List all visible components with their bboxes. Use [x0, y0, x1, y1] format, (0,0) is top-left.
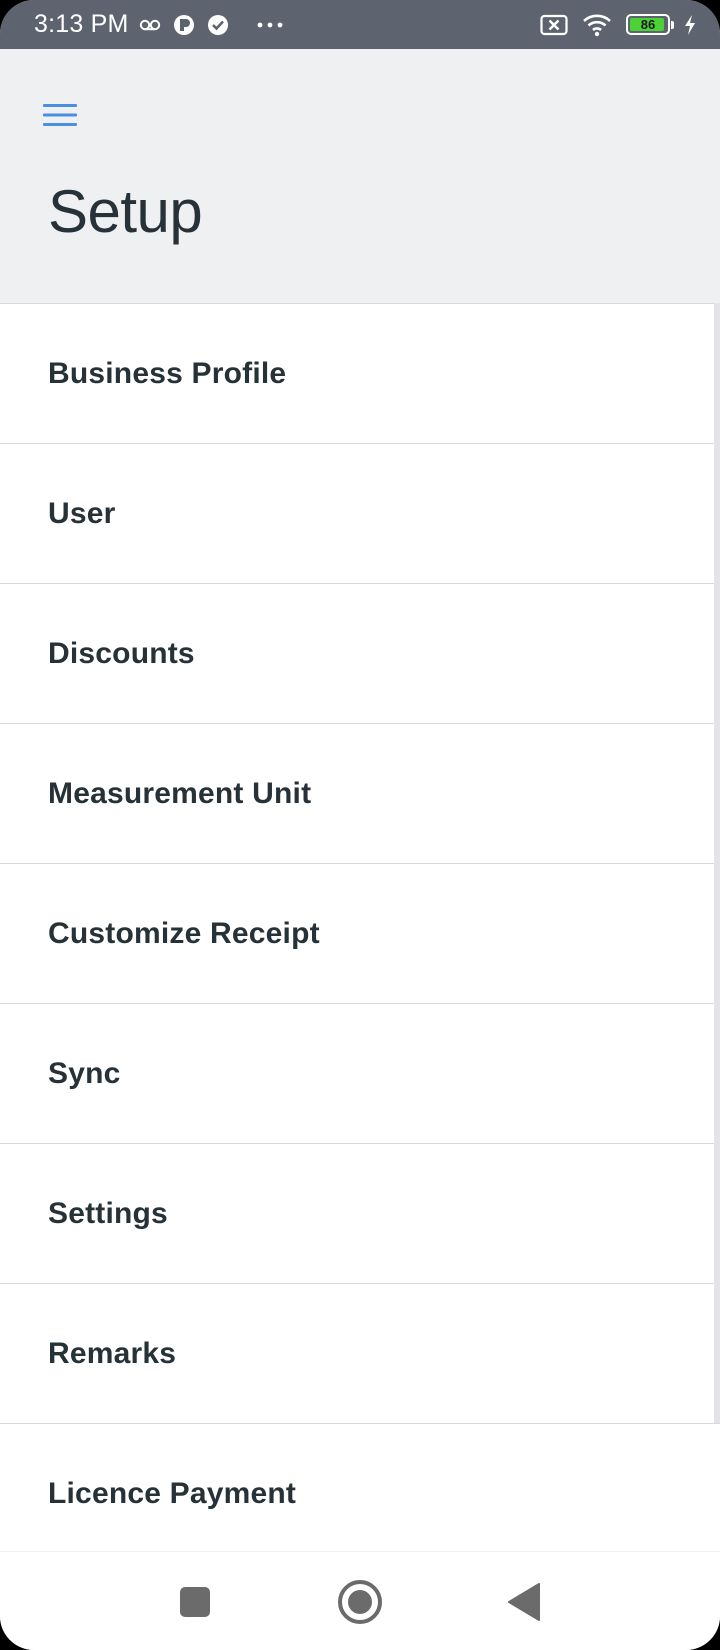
setup-menu-list: Business Profile User Discounts Measurem… — [0, 303, 720, 1551]
phone-screen: 3:13 PM 86 Setup Business Profile User D… — [0, 0, 720, 1650]
app-header: Setup — [0, 49, 720, 303]
system-icons: 86 — [540, 13, 696, 37]
menu-item-label: Customize Receipt — [48, 916, 320, 950]
p-app-icon — [173, 14, 195, 36]
menu-item-measurement-unit[interactable]: Measurement Unit — [0, 724, 720, 864]
status-bar: 3:13 PM 86 — [0, 0, 720, 49]
check-circle-icon — [207, 14, 229, 36]
voicemail-icon — [139, 18, 161, 32]
menu-item-label: Remarks — [48, 1336, 177, 1370]
more-dots-icon — [257, 22, 283, 28]
menu-item-label: Settings — [48, 1196, 168, 1230]
menu-item-user[interactable]: User — [0, 444, 720, 584]
menu-item-label: User — [48, 496, 116, 530]
menu-item-label: Measurement Unit — [48, 776, 312, 810]
battery-icon: 86 — [626, 14, 674, 35]
menu-item-settings[interactable]: Settings — [0, 1144, 720, 1284]
menu-item-business-profile[interactable]: Business Profile — [0, 304, 720, 444]
recents-square-icon[interactable] — [165, 1572, 225, 1632]
page-title: Setup — [48, 178, 203, 245]
status-time: 3:13 PM — [34, 10, 129, 38]
menu-item-label: Business Profile — [48, 356, 287, 390]
hamburger-menu-icon[interactable] — [36, 93, 84, 137]
home-circle-icon[interactable] — [330, 1572, 390, 1632]
menu-item-remarks[interactable]: Remarks — [0, 1284, 720, 1424]
no-sim-icon — [540, 14, 568, 36]
system-nav-bar — [0, 1551, 720, 1650]
menu-item-licence-payment[interactable]: Licence Payment — [0, 1424, 720, 1551]
list-scrollbar[interactable] — [714, 303, 720, 1423]
battery-level: 86 — [640, 17, 656, 32]
notification-icons — [139, 14, 283, 36]
menu-item-discounts[interactable]: Discounts — [0, 584, 720, 724]
menu-item-sync[interactable]: Sync — [0, 1004, 720, 1144]
menu-item-label: Licence Payment — [48, 1476, 297, 1510]
menu-item-customize-receipt[interactable]: Customize Receipt — [0, 864, 720, 1004]
wifi-icon — [582, 13, 612, 37]
menu-item-label: Sync — [48, 1056, 121, 1090]
menu-item-label: Discounts — [48, 636, 195, 670]
charging-bolt-icon — [684, 14, 696, 35]
back-triangle-icon[interactable] — [494, 1572, 554, 1632]
